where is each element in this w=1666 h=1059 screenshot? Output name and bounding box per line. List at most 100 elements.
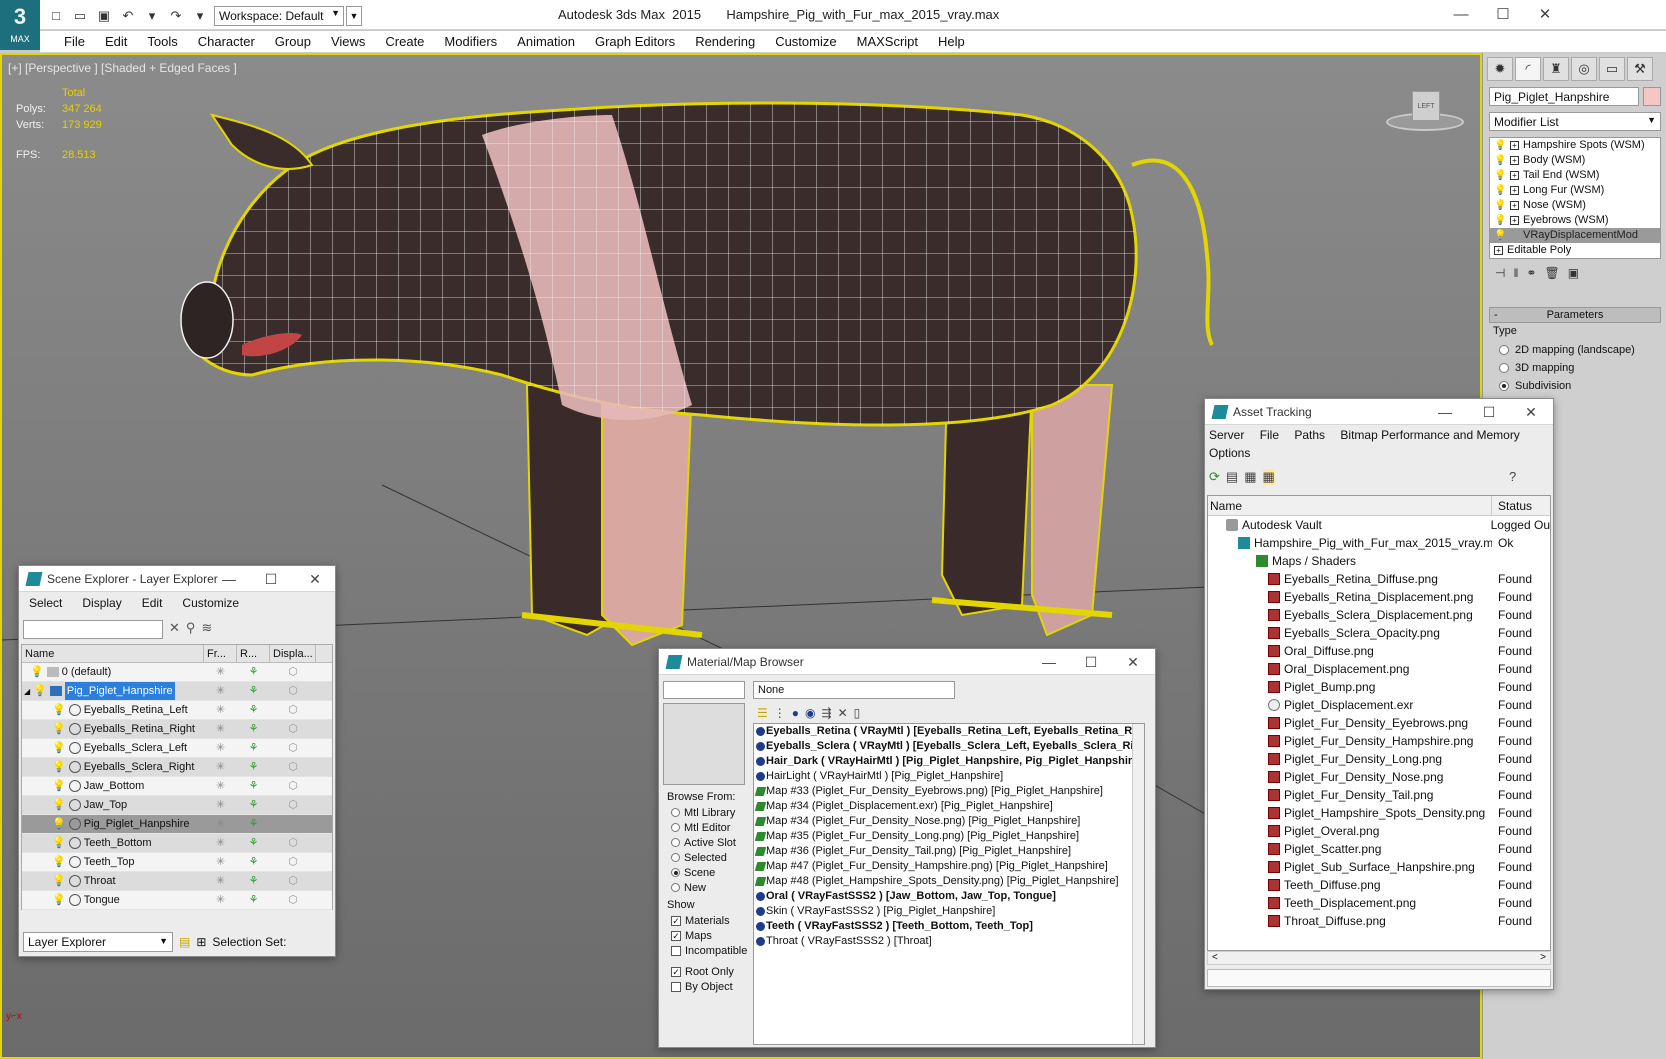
render-teapot-icon[interactable]: ⚘ [237,815,270,833]
browse-new[interactable]: New [667,880,749,895]
expand-icon[interactable]: + [1510,156,1519,165]
parameters-rollout-header[interactable]: - Parameters [1489,307,1661,323]
material-item[interactable]: Skin ( VRayFastSSS2 ) [Pig_Piglet_Hanpsh… [754,904,1144,919]
freeze-icon[interactable]: ✳ [204,720,237,738]
freeze-icon[interactable]: ✳ [204,891,237,909]
menu-edit[interactable]: Edit [95,34,137,49]
modify-tab-icon[interactable]: ◜ [1515,57,1541,81]
radio-icon[interactable] [671,808,680,817]
close-button[interactable]: ✕ [1519,402,1543,422]
scroll-left-icon[interactable]: < [1212,952,1218,964]
radio-icon[interactable] [1499,345,1509,355]
asset-row[interactable]: Eyeballs_Sclera_Displacement.png Found [1208,606,1550,624]
display-box-icon[interactable]: ⬡ [270,777,316,795]
menu-file[interactable]: File [54,34,95,49]
lightbulb-icon[interactable]: 💡 [33,682,47,700]
asset-tracking-titlebar[interactable]: Asset Tracking — ☐ ✕ [1205,399,1553,425]
viewport-label[interactable]: [+] [Perspective ] [Shaded + Edged Faces… [8,61,237,75]
expand-icon[interactable]: + [1510,186,1519,195]
expand-icon[interactable]: + [1510,141,1519,150]
display-box-icon[interactable]: ⬡ [270,758,316,776]
scene-row-name-cell[interactable]: 💡 Eyeballs_Sclera_Right [22,758,204,776]
material-item[interactable]: HairLight ( VRayHairMtl ) [Pig_Piglet_Ha… [754,769,1144,784]
checkbox-icon[interactable] [671,945,681,956]
modifier-item[interactable]: 💡 + Tail End (WSM) [1490,168,1660,183]
menu-tools[interactable]: Tools [137,34,187,49]
save-icon[interactable]: ▣ [94,7,114,25]
menu-select[interactable]: Select [19,596,72,610]
layer-add-icon[interactable]: ≋ [201,620,212,636]
map-item[interactable]: Map #48 (Piglet_Hampshire_Spots_Density.… [754,874,1144,889]
asset-row[interactable]: Piglet_Overal.png Found [1208,822,1550,840]
map-item[interactable]: Map #33 (Piglet_Fur_Density_Eyebrows.png… [754,784,1144,799]
map-item[interactable]: Map #34 (Piglet_Fur_Density_Nose.png) [P… [754,814,1144,829]
hierarchy-icon[interactable]: ⊞ [196,935,206,949]
show-end-result-icon[interactable]: ‖ [1513,266,1518,280]
asset-row[interactable]: Eyeballs_Retina_Diffuse.png Found [1208,570,1550,588]
asset-row[interactable]: Piglet_Fur_Density_Hampshire.png Found [1208,732,1550,750]
scene-row[interactable]: 💡 0 (default) ✳ ⚘ ⬡ [22,663,332,682]
maximize-button[interactable]: ☐ [1079,652,1103,672]
material-item[interactable]: Oral ( VRayFastSSS2 ) [Jaw_Bottom, Jaw_T… [754,889,1144,904]
radio-icon[interactable] [671,853,680,862]
type-option-2d[interactable]: 2D mapping (landscape) [1493,341,1659,359]
hierarchy-tab-icon[interactable]: ♜ [1543,57,1569,81]
freeze-icon[interactable]: ✳ [204,758,237,776]
lightbulb-icon[interactable]: 💡 [1494,153,1506,168]
column-display[interactable]: Displa... [270,645,316,662]
list-view-icon[interactable]: ☰ [757,706,768,720]
scroll-right-icon[interactable]: > [1540,952,1546,964]
undo-dropdown-icon[interactable]: ▾ [142,7,162,25]
material-item[interactable]: Teeth ( VRayFastSSS2 ) [Teeth_Bottom, Te… [754,919,1144,934]
modifier-list-dropdown[interactable]: Modifier List ▼ [1489,112,1661,131]
display-box-icon[interactable]: ⬡ [270,663,316,681]
browse-scene[interactable]: Scene [667,865,749,880]
radio-icon[interactable] [671,838,680,847]
menu-maxscript[interactable]: MAXScript [847,34,928,49]
menu-file[interactable]: File [1260,428,1279,442]
browse-mtl-library[interactable]: Mtl Library [667,805,749,820]
show-incompatible[interactable]: Incompatible [667,943,749,958]
lightbulb-icon[interactable]: 💡 [52,891,66,909]
render-teapot-icon[interactable]: ⚘ [237,720,270,738]
radio-selected-icon[interactable] [671,868,680,877]
radio-selected-icon[interactable] [1499,381,1509,391]
menu-group[interactable]: Group [265,34,321,49]
expand-icon[interactable]: + [1510,171,1519,180]
menu-display[interactable]: Display [72,596,131,610]
render-teapot-icon[interactable]: ⚘ [237,777,270,795]
render-teapot-icon[interactable]: ⚘ [237,701,270,719]
render-teapot-icon[interactable]: ⚘ [237,663,270,681]
minimize-button[interactable]: — [1037,652,1061,672]
asset-row[interactable]: Piglet_Fur_Density_Nose.png Found [1208,768,1550,786]
scene-row-name-cell[interactable]: 💡 Eyeballs_Retina_Right [22,720,204,738]
scene-row[interactable]: 💡 Eyeballs_Retina_Right ✳ ⚘ ⬡ [22,720,332,739]
tree-view-icon[interactable]: ⋮ [774,706,786,720]
material-search-input[interactable] [663,681,745,699]
render-teapot-icon[interactable]: ⚘ [237,834,270,852]
lightbulb-icon[interactable]: 💡 [1494,213,1506,228]
column-render[interactable]: R... [237,645,270,662]
lightbulb-icon[interactable]: 💡 [52,872,66,890]
show-maps[interactable]: ✓ Maps [667,928,749,943]
scene-row-name-cell[interactable]: ◢ 💡 Pig_Piglet_Hanpshire [22,682,204,700]
menu-bitmap-performance[interactable]: Bitmap Performance and Memory [1340,428,1519,442]
close-button[interactable]: ✕ [1121,652,1145,672]
asset-row[interactable]: Eyeballs_Retina_Displacement.png Found [1208,588,1550,606]
lightbulb-icon[interactable]: 💡 [52,777,66,795]
menu-paths[interactable]: Paths [1294,428,1325,442]
minimize-button[interactable]: — [217,569,241,589]
display-box-icon[interactable]: ⬡ [270,834,316,852]
freeze-icon[interactable]: ✳ [204,815,237,833]
modifier-item[interactable]: + Editable Poly [1490,243,1660,258]
freeze-icon[interactable]: ✳ [204,853,237,871]
map-item[interactable]: Map #35 (Piglet_Fur_Density_Long.png) [P… [754,829,1144,844]
show-materials[interactable]: ✓ Materials [667,913,749,928]
radio-icon[interactable] [671,883,680,892]
asset-row[interactable]: Piglet_Bump.png Found [1208,678,1550,696]
expand-icon[interactable]: + [1510,201,1519,210]
display-box-icon[interactable]: ⬡ [270,891,316,909]
checkbox-checked-icon[interactable]: ✓ [671,915,681,926]
radio-icon[interactable] [671,823,680,832]
freeze-icon[interactable]: ✳ [204,777,237,795]
